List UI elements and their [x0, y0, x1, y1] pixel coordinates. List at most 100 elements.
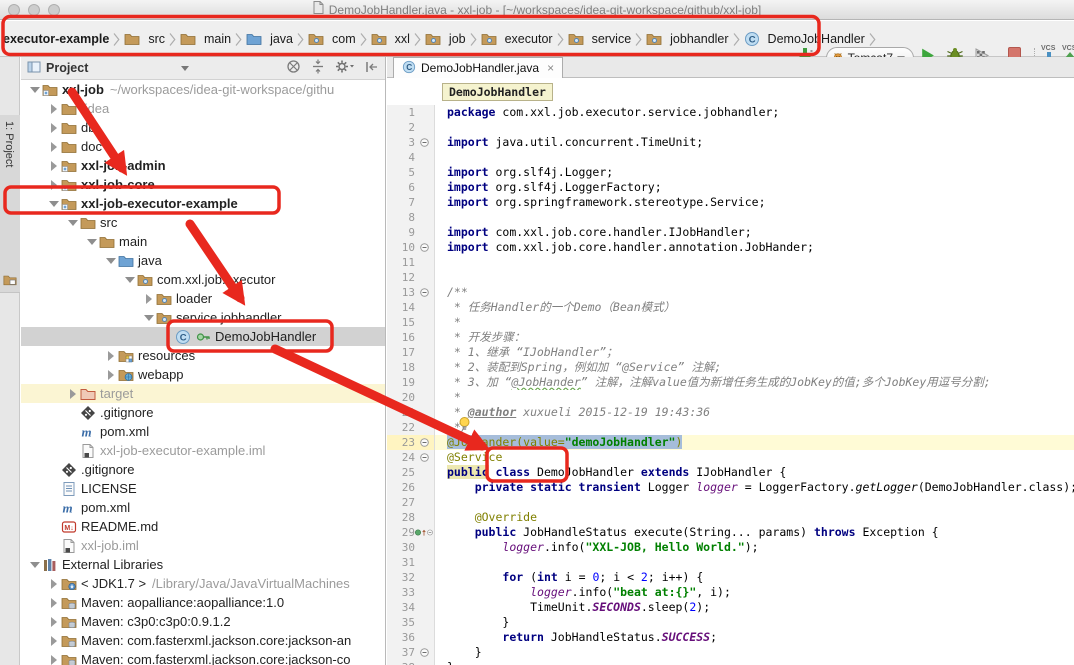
- breadcrumb-item-demojobhandler[interactable]: CDemoJobHandler: [743, 31, 866, 47]
- code-line-3[interactable]: 3import java.util.concurrent.TimeUnit;: [387, 135, 1074, 150]
- breadcrumb-item-main[interactable]: main: [179, 31, 232, 47]
- gutter-line-1[interactable]: 1: [387, 105, 435, 120]
- code-line-25[interactable]: 25public class DemoJobHandler extends IJ…: [387, 465, 1074, 480]
- code-line-26[interactable]: 26 private static transient Logger logge…: [387, 480, 1074, 495]
- tree-item-pom-xml[interactable]: mpom.xml: [21, 498, 385, 517]
- breadcrumb-item-service[interactable]: service: [567, 31, 633, 47]
- code-line-21[interactable]: 21 * @author xuxueli 2015-12-19 19:43:36: [387, 405, 1074, 420]
- code-line-10[interactable]: 10import com.xxl.job.core.handler.annota…: [387, 240, 1074, 255]
- tree-item-xxl-job-core[interactable]: xxl-job-core: [21, 175, 385, 194]
- breadcrumb-item-com[interactable]: com: [307, 31, 357, 47]
- settings-gear-icon[interactable]: [335, 59, 355, 77]
- code-line-23[interactable]: 23@JobHander(value="demoJobHandler"): [387, 435, 1074, 450]
- tree-collapsed-icon[interactable]: [46, 161, 61, 171]
- tree-item-demojobhandler[interactable]: CDemoJobHandler: [21, 327, 385, 346]
- tree-collapsed-icon[interactable]: [46, 579, 61, 589]
- gutter-line-29[interactable]: 29: [387, 525, 435, 540]
- gutter-line-8[interactable]: 8: [387, 210, 435, 225]
- tree-item-jdk1-7[interactable]: < JDK1.7 >/Library/Java/JavaVirtualMachi…: [21, 574, 385, 593]
- tree-expanded-icon[interactable]: [103, 258, 118, 264]
- code-line-22[interactable]: 22 */: [387, 420, 1074, 435]
- code-line-6[interactable]: 6import org.slf4j.LoggerFactory;: [387, 180, 1074, 195]
- code-line-7[interactable]: 7import org.springframework.stereotype.S…: [387, 195, 1074, 210]
- fold-marker-icon[interactable]: [415, 285, 433, 300]
- code-line-18[interactable]: 18 * 2、装配到Spring，例如加 “@Service” 注解;: [387, 360, 1074, 375]
- tree-item-xxl-job-executor-example-iml[interactable]: xxl-job-executor-example.iml: [21, 441, 385, 460]
- fold-marker-icon[interactable]: [415, 435, 433, 450]
- breadcrumb-item-job[interactable]: job: [424, 31, 467, 47]
- code-line-38[interactable]: 38}: [387, 660, 1074, 665]
- code-line-5[interactable]: 5import org.slf4j.Logger;: [387, 165, 1074, 180]
- code-line-37[interactable]: 37 }: [387, 645, 1074, 660]
- gutter-line-38[interactable]: 38: [387, 660, 435, 665]
- code-line-36[interactable]: 36 return JobHandleStatus.SUCCESS;: [387, 630, 1074, 645]
- project-panel-title[interactable]: Project: [46, 61, 88, 75]
- tree-expanded-icon[interactable]: [122, 277, 137, 283]
- tree-collapsed-icon[interactable]: [46, 180, 61, 190]
- code-line-24[interactable]: 24@Service: [387, 450, 1074, 465]
- fold-marker-icon[interactable]: [415, 450, 433, 465]
- tree-collapsed-icon[interactable]: [46, 617, 61, 627]
- code-line-32[interactable]: 32 for (int i = 0; i < 2; i++) {: [387, 570, 1074, 585]
- tree-collapsed-icon[interactable]: [46, 123, 61, 133]
- tree-item-gitignore[interactable]: .gitignore: [21, 403, 385, 422]
- tree-item-service-jobhandler[interactable]: service.jobhandler: [21, 308, 385, 327]
- breadcrumb-item-executor-example[interactable]: executor-example: [2, 32, 110, 46]
- intention-bulb-icon[interactable]: [457, 416, 472, 437]
- gutter-line-30[interactable]: 30: [387, 540, 435, 555]
- fold-marker-icon[interactable]: [415, 240, 433, 255]
- code-line-27[interactable]: 27: [387, 495, 1074, 510]
- gutter-line-32[interactable]: 32: [387, 570, 435, 585]
- tree-expanded-icon[interactable]: [27, 562, 42, 568]
- tree-item-com-xxl-job-executor[interactable]: com.xxl.job.executor: [21, 270, 385, 289]
- gutter-line-6[interactable]: 6: [387, 180, 435, 195]
- gutter-line-2[interactable]: 2: [387, 120, 435, 135]
- code-line-28[interactable]: 28 @Override: [387, 510, 1074, 525]
- gutter-line-26[interactable]: 26: [387, 480, 435, 495]
- tree-item-xxl-job-iml[interactable]: xxl-job.iml: [21, 536, 385, 555]
- code-line-29[interactable]: 29 public JobHandleStatus execute(String…: [387, 525, 1074, 540]
- gutter-line-36[interactable]: 36: [387, 630, 435, 645]
- gutter-line-7[interactable]: 7: [387, 195, 435, 210]
- gutter-line-35[interactable]: 35: [387, 615, 435, 630]
- tool-window-tab-project[interactable]: 1: Project: [0, 115, 20, 293]
- gutter-line-3[interactable]: 3: [387, 135, 435, 150]
- gutter-line-22[interactable]: 22: [387, 420, 435, 435]
- tree-item-external-libraries[interactable]: External Libraries: [21, 555, 385, 574]
- tree-item-xxl-job-executor-example[interactable]: xxl-job-executor-example: [21, 194, 385, 213]
- tree-item-xxl-job[interactable]: xxl-job~/workspaces/idea-git-workspace/g…: [21, 80, 385, 99]
- fold-marker-icon[interactable]: [415, 645, 433, 660]
- tree-collapsed-icon[interactable]: [46, 104, 61, 114]
- tree-item-gitignore[interactable]: .gitignore: [21, 460, 385, 479]
- tree-item-target[interactable]: target: [21, 384, 385, 403]
- chevron-down-icon[interactable]: [181, 66, 189, 71]
- code-line-30[interactable]: 30 logger.info("XXL-JOB, Hello World.");: [387, 540, 1074, 555]
- breadcrumb-item-src[interactable]: src: [123, 31, 166, 47]
- code-line-34[interactable]: 34 TimeUnit.SECONDS.sleep(2);: [387, 600, 1074, 615]
- breadcrumb-item-java[interactable]: java: [245, 31, 294, 47]
- tree-expanded-icon[interactable]: [27, 87, 42, 93]
- tree-collapsed-icon[interactable]: [141, 294, 156, 304]
- tree-item-loader[interactable]: loader: [21, 289, 385, 308]
- gutter-line-9[interactable]: 9: [387, 225, 435, 240]
- gutter-line-16[interactable]: 16: [387, 330, 435, 345]
- gutter-line-11[interactable]: 11: [387, 255, 435, 270]
- tree-item-maven-c3p0-c3p0-0-9-1-2[interactable]: Maven: c3p0:c3p0:0.9.1.2: [21, 612, 385, 631]
- gutter-line-24[interactable]: 24: [387, 450, 435, 465]
- gutter-line-12[interactable]: 12: [387, 270, 435, 285]
- code-line-16[interactable]: 16 * 开发步骤：: [387, 330, 1074, 345]
- editor-body[interactable]: DemoJobHandler 1package com.xxl.job.exec…: [387, 78, 1074, 665]
- gutter-line-4[interactable]: 4: [387, 150, 435, 165]
- gutter-line-23[interactable]: 23: [387, 435, 435, 450]
- gutter-line-14[interactable]: 14: [387, 300, 435, 315]
- tree-item-java[interactable]: java: [21, 251, 385, 270]
- tree-expanded-icon[interactable]: [65, 220, 80, 226]
- gutter-line-17[interactable]: 17: [387, 345, 435, 360]
- tree-item-readme-md[interactable]: M↓README.md: [21, 517, 385, 536]
- tree-item-webapp[interactable]: webapp: [21, 365, 385, 384]
- gutter-line-25[interactable]: 25: [387, 465, 435, 480]
- gutter-line-21[interactable]: 21: [387, 405, 435, 420]
- tree-item-db[interactable]: db: [21, 118, 385, 137]
- tree-collapsed-icon[interactable]: [65, 389, 80, 399]
- gutter-line-28[interactable]: 28: [387, 510, 435, 525]
